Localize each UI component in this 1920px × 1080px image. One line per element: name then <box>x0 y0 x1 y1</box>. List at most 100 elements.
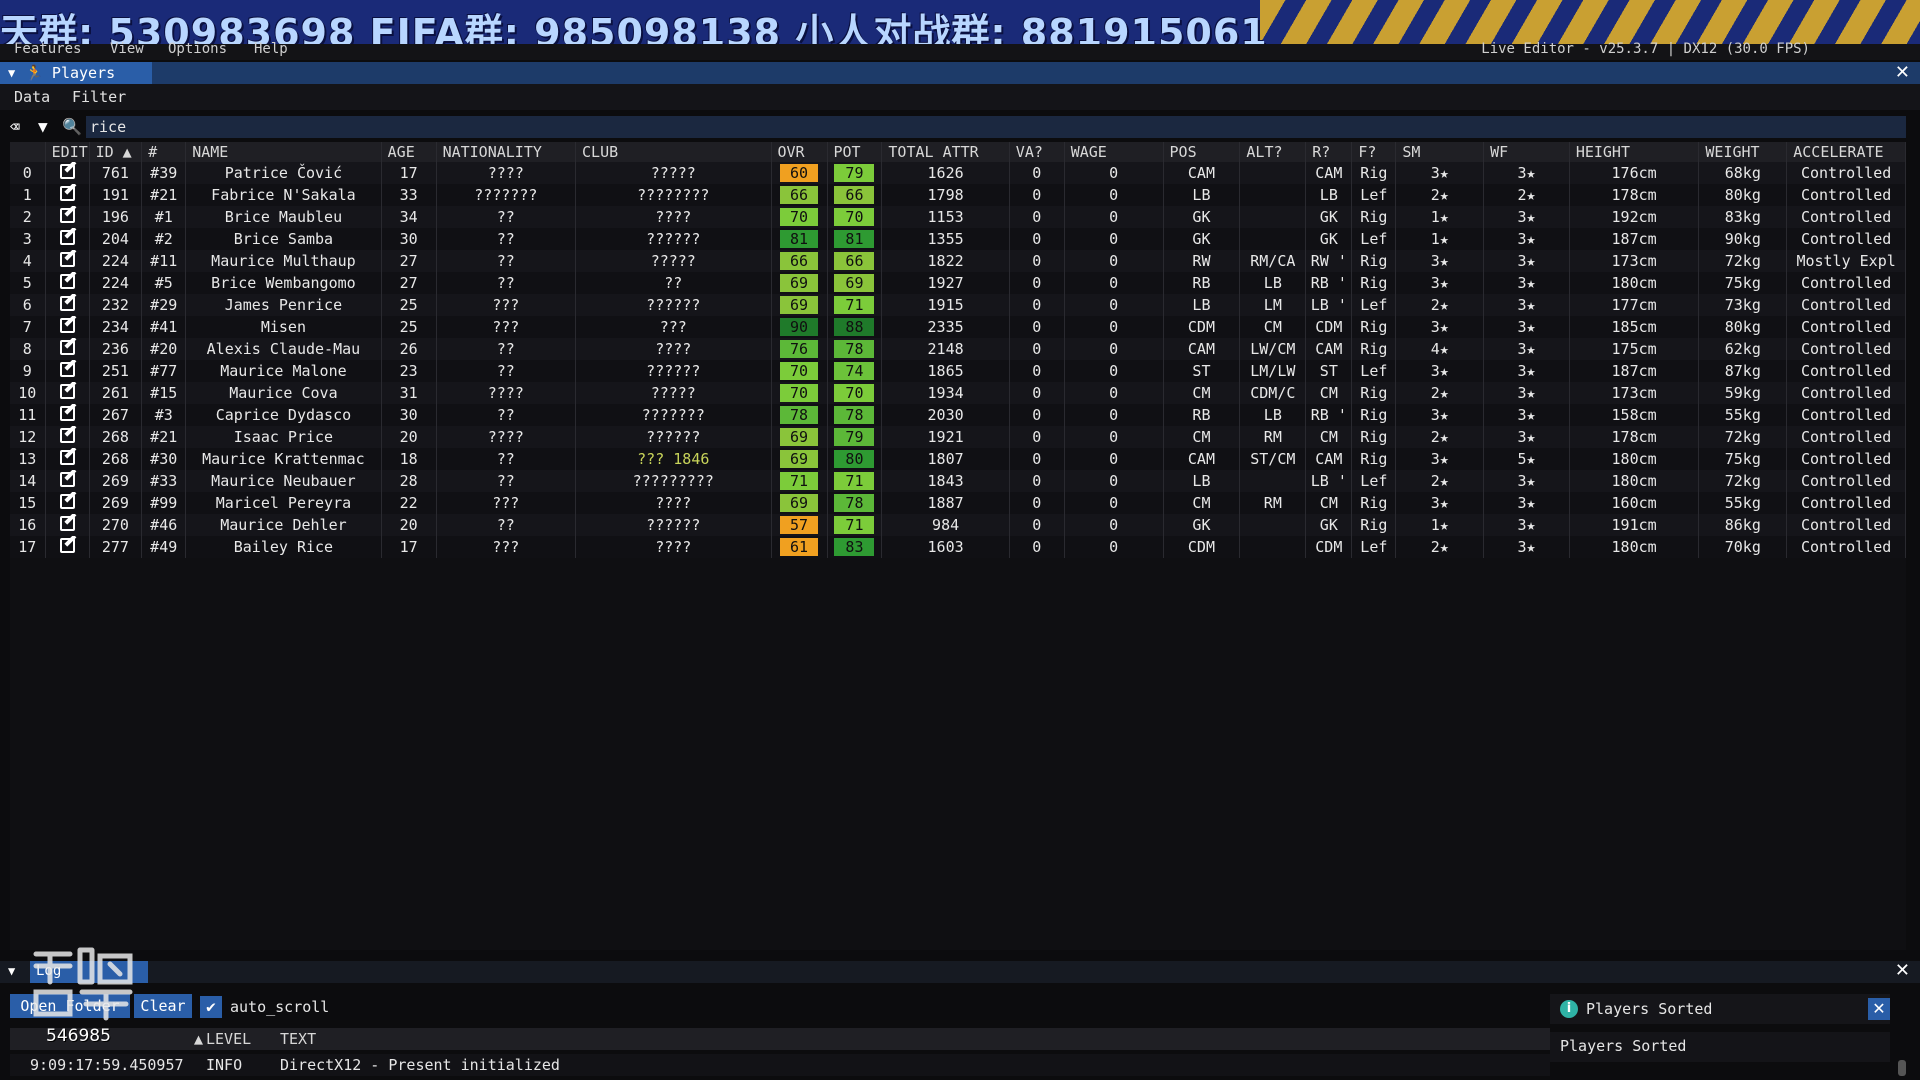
menu-help[interactable]: Help <box>254 41 288 57</box>
column-header[interactable]: WEIGHT <box>1698 142 1788 162</box>
edit-icon[interactable] <box>59 449 75 465</box>
edit-icon[interactable] <box>59 295 75 311</box>
total-cell: 1915 <box>881 294 1010 316</box>
column-header[interactable]: ALT? <box>1239 142 1307 162</box>
column-header[interactable]: WF <box>1483 142 1570 162</box>
column-header[interactable]: HEIGHT <box>1569 142 1700 162</box>
column-header[interactable]: # <box>141 142 187 162</box>
menu-options[interactable]: Options <box>168 41 227 57</box>
column-header[interactable]: F? <box>1351 142 1397 162</box>
log-scrollbar[interactable] <box>1898 1060 1906 1076</box>
edit-icon[interactable] <box>59 251 75 267</box>
f-cell: Lef <box>1351 536 1397 558</box>
column-header[interactable]: ACCELERATE <box>1786 142 1906 162</box>
num-cell: #49 <box>141 536 187 558</box>
table-row[interactable]: 8 236 #20 Alexis Claude-Mau 26?????? 76 78 2148… <box>10 338 1906 360</box>
edit-icon[interactable] <box>59 493 75 509</box>
sm-cell: 1★ <box>1395 206 1485 228</box>
column-header[interactable] <box>10 142 46 162</box>
table-row[interactable]: 14 269 #33 Maurice Neubauer 28??????????? 71 7… <box>10 470 1906 492</box>
notification-toast: i Players Sorted ✕ <box>1550 994 1890 1024</box>
log-text-header[interactable]: TEXT <box>280 1030 316 1048</box>
eraser-icon[interactable]: ⌫ <box>10 117 20 136</box>
edit-icon[interactable] <box>59 317 75 333</box>
column-header[interactable]: TOTAL ATTR <box>881 142 1010 162</box>
column-header[interactable]: NAME <box>185 142 382 162</box>
edit-icon[interactable] <box>59 229 75 245</box>
menu-data[interactable]: Data <box>14 88 50 106</box>
column-header[interactable]: OVR <box>771 142 828 162</box>
filter-icon[interactable]: ▼ <box>38 117 48 136</box>
edit-icon[interactable] <box>59 427 75 443</box>
num-cell: #41 <box>141 316 187 338</box>
collapse-arrow-icon[interactable]: ▼ <box>8 66 15 80</box>
column-header[interactable]: SM <box>1395 142 1485 162</box>
column-header[interactable]: R? <box>1305 142 1353 162</box>
nat-cell: ??? <box>436 294 577 316</box>
edit-icon[interactable] <box>59 339 75 355</box>
table-row[interactable]: 16 270 #46 Maurice Dehler 20???????? 57 71 984 0… <box>10 514 1906 536</box>
edit-icon[interactable] <box>59 405 75 421</box>
menu-view[interactable]: View <box>110 41 144 57</box>
edit-icon[interactable] <box>59 185 75 201</box>
f-cell: Lef <box>1351 470 1397 492</box>
id-cell: 267 <box>89 404 143 426</box>
log-level-header[interactable]: LEVEL <box>206 1030 251 1048</box>
table-row[interactable]: 1 191 #21 Fabrice N'Sakala 33???????????????… <box>10 184 1906 206</box>
table-row[interactable]: 6 232 #29 James Penrice 25????????? 69 71 1915 0… <box>10 294 1906 316</box>
column-header[interactable]: EDIT <box>45 142 90 162</box>
menu-features[interactable]: Features <box>14 41 81 57</box>
pot-cell: 66 <box>827 250 883 272</box>
ovr-badge: 69 <box>780 274 818 292</box>
ovr-cell: 76 <box>771 338 828 360</box>
idx-cell: 4 <box>10 250 46 272</box>
column-header[interactable]: VA? <box>1009 142 1065 162</box>
va-cell: 0 <box>1009 250 1065 272</box>
table-row[interactable]: 5 224 #5 Brice Wembangomo 27???? 69 69 1927 0 0 RB… <box>10 272 1906 294</box>
close-icon[interactable]: ✕ <box>1895 960 1910 981</box>
num-cell: #21 <box>141 426 187 448</box>
column-header[interactable]: WAGE <box>1064 142 1164 162</box>
table-row[interactable]: 2 196 #1 Brice Maubleu 34?????? 70 70 1153 0 0 GK G… <box>10 206 1906 228</box>
edit-icon[interactable] <box>59 273 75 289</box>
edit-icon[interactable] <box>59 515 75 531</box>
table-row[interactable]: 4 224 #11 Maurice Multhaup 27??????? 66 66 1822… <box>10 250 1906 272</box>
table-row[interactable]: 0 761 #39 Patrice Čović 17????????? 60 79 1626 0… <box>10 162 1906 184</box>
table-row[interactable]: 15 269 #99 Maricel Pereyra 22??????? 69 78 1887… <box>10 492 1906 514</box>
name-cell: Isaac Price <box>185 426 382 448</box>
close-icon[interactable]: ✕ <box>1868 998 1890 1020</box>
column-header[interactable]: POS <box>1163 142 1241 162</box>
search-input[interactable] <box>86 116 1906 138</box>
edit-icon[interactable] <box>59 163 75 179</box>
players-tab[interactable]: ▼ 🏃 Players <box>0 62 152 84</box>
table-row[interactable]: 3 204 #2 Brice Samba 30???????? 81 81 1355 0 0 GK G… <box>10 228 1906 250</box>
column-header[interactable]: AGE <box>381 142 437 162</box>
age-cell: 30 <box>381 404 437 426</box>
clear-button[interactable]: Clear <box>134 994 192 1018</box>
table-row[interactable]: 17 277 #49 Bailey Rice 17??????? 61 83 1603 0 0 CD… <box>10 536 1906 558</box>
table-row[interactable]: 9 251 #77 Maurice Malone 23???????? 70 74 1865 0… <box>10 360 1906 382</box>
table-row[interactable]: 10 261 #15 Maurice Cova 31????????? 70 70 1934 0… <box>10 382 1906 404</box>
column-header[interactable]: ID ▲ <box>89 142 143 162</box>
table-row[interactable]: 11 267 #3 Caprice Dydasco 30????????? 78 78 203… <box>10 404 1906 426</box>
collapse-arrow-icon[interactable]: ▼ <box>8 964 15 978</box>
auto-scroll-checkbox[interactable]: ✔ <box>200 996 222 1018</box>
va-cell: 0 <box>1009 184 1065 206</box>
edit-icon[interactable] <box>59 361 75 377</box>
table-row[interactable]: 13 268 #30 Maurice Krattenmac 18????? 1846 69… <box>10 448 1906 470</box>
column-header[interactable]: POT <box>827 142 883 162</box>
edit-icon[interactable] <box>59 471 75 487</box>
va-cell: 0 <box>1009 492 1065 514</box>
acc-cell: Controlled <box>1786 492 1906 514</box>
menu-filter[interactable]: Filter <box>72 88 126 106</box>
wage-cell: 0 <box>1064 250 1164 272</box>
table-row[interactable]: 7 234 #41 Misen 25?????? 90 88 2335 0 0 CDM CM CDM Ri… <box>10 316 1906 338</box>
edit-icon[interactable] <box>59 207 75 223</box>
age-cell: 28 <box>381 470 437 492</box>
close-icon[interactable]: ✕ <box>1895 62 1910 83</box>
table-row[interactable]: 12 268 #21 Isaac Price 20?????????? 69 79 1921 0… <box>10 426 1906 448</box>
column-header[interactable]: CLUB <box>575 142 772 162</box>
edit-icon[interactable] <box>59 383 75 399</box>
edit-icon[interactable] <box>59 537 75 553</box>
column-header[interactable]: NATIONALITY <box>436 142 577 162</box>
